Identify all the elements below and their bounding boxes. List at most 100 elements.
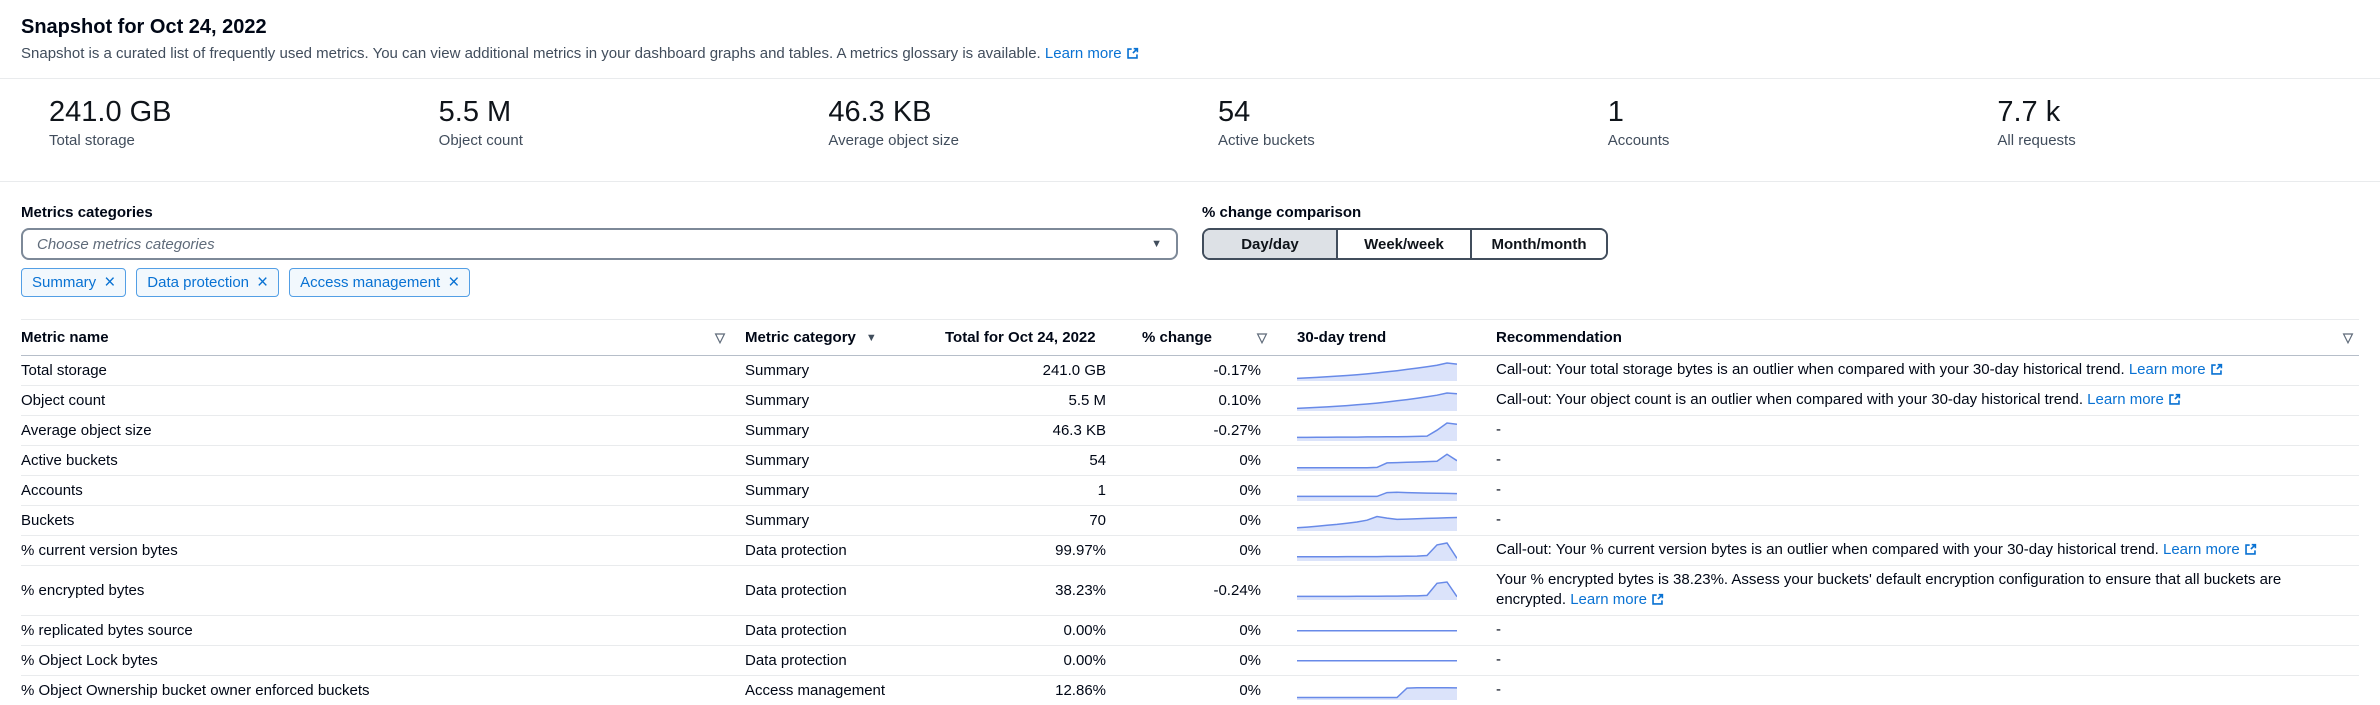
metrics-table: Metric name ▽ Metric category ▼ Total for Oc… bbox=[21, 319, 2359, 705]
filter-caret-icon[interactable]: ▼ bbox=[866, 332, 877, 344]
metric-change-cell: -0.27% bbox=[1142, 416, 1297, 446]
learn-more-label: Learn more bbox=[1045, 45, 1122, 62]
metric-change-cell: 0% bbox=[1142, 645, 1297, 675]
selected-category-tags: Summary×Data protection×Access managemen… bbox=[21, 268, 1178, 297]
page-header: Snapshot for Oct 24, 2022 Snapshot is a … bbox=[21, 14, 2359, 63]
metric-category-cell: Summary bbox=[745, 416, 945, 446]
chevron-down-icon: ▼ bbox=[1151, 238, 1162, 250]
trend-sparkline bbox=[1297, 481, 1496, 501]
remove-filter-tag-button[interactable]: × bbox=[440, 273, 467, 292]
column-header-content: 30-day trend bbox=[1297, 329, 1496, 346]
column-header-label: Recommendation bbox=[1496, 329, 1622, 346]
column-header-change[interactable]: % change ▽ bbox=[1142, 320, 1297, 356]
external-link-icon bbox=[1651, 591, 1664, 608]
sort-icon[interactable]: ▽ bbox=[2343, 330, 2353, 346]
recommendation-text: - bbox=[1496, 511, 1501, 528]
summary-metric-label: Active buckets bbox=[1218, 132, 1580, 150]
recommendation-cell: Call-out: Your object count is an outlie… bbox=[1496, 386, 2359, 416]
column-header-label: % change bbox=[1142, 329, 1212, 346]
metric-trend-cell bbox=[1297, 476, 1496, 506]
learn-more-link[interactable]: Learn more bbox=[2087, 391, 2181, 408]
sort-icon[interactable]: ▽ bbox=[1257, 330, 1267, 346]
remove-filter-tag-button[interactable]: × bbox=[249, 273, 276, 292]
summary-metric-active-buckets: 54Active buckets bbox=[1190, 94, 1580, 150]
column-header-label: Metric name bbox=[21, 329, 109, 346]
column-header-label: Metric category bbox=[745, 329, 856, 346]
column-header-content: Metric category ▼ bbox=[745, 329, 945, 346]
comparison-option-day-day[interactable]: Day/day bbox=[1204, 230, 1338, 258]
metric-change-cell: 0% bbox=[1142, 536, 1297, 566]
metric-change-cell: 0% bbox=[1142, 476, 1297, 506]
sort-icon[interactable]: ▽ bbox=[715, 330, 725, 346]
divider bbox=[0, 181, 2380, 182]
metric-trend-cell bbox=[1297, 615, 1496, 645]
summary-metric-label: Object count bbox=[439, 132, 801, 150]
metric-category-cell: Data protection bbox=[745, 645, 945, 675]
table-header-row: Metric name ▽ Metric category ▼ Total for Oc… bbox=[21, 320, 2359, 356]
table-row: AccountsSummary10%- bbox=[21, 476, 2359, 506]
metric-total-cell: 38.23% bbox=[945, 566, 1142, 616]
column-header-metric-name[interactable]: Metric name ▽ bbox=[21, 320, 745, 356]
table-row: Active bucketsSummary540%- bbox=[21, 446, 2359, 476]
recommendation-text: - bbox=[1496, 621, 1501, 638]
summary-metric-total-storage: 241.0 GBTotal storage bbox=[21, 94, 411, 150]
recommendation-cell: Call-out: Your total storage bytes is an… bbox=[1496, 356, 2359, 386]
trend-sparkline bbox=[1297, 680, 1496, 700]
learn-more-link[interactable]: Learn more bbox=[2129, 361, 2223, 378]
recommendation-cell: - bbox=[1496, 446, 2359, 476]
metric-trend-cell bbox=[1297, 675, 1496, 705]
recommendation-text: - bbox=[1496, 681, 1501, 698]
metric-total-cell: 241.0 GB bbox=[945, 356, 1142, 386]
comparison-option-week-week[interactable]: Week/week bbox=[1338, 230, 1472, 258]
metric-change-cell: 0% bbox=[1142, 506, 1297, 536]
column-header-content: Total for Oct 24, 2022 bbox=[945, 329, 1142, 346]
column-header-metric-category[interactable]: Metric category ▼ bbox=[745, 320, 945, 356]
table-header: Metric name ▽ Metric category ▼ Total for Oc… bbox=[21, 320, 2359, 356]
summary-metric-value: 5.5 M bbox=[439, 94, 801, 130]
metric-category-cell: Summary bbox=[745, 386, 945, 416]
metric-name-cell: Accounts bbox=[21, 476, 745, 506]
metric-change-cell: 0% bbox=[1142, 446, 1297, 476]
filter-tag-access-management: Access management× bbox=[289, 268, 470, 297]
filter-tag-label: Access management bbox=[300, 274, 440, 291]
metric-change-cell: -0.17% bbox=[1142, 356, 1297, 386]
learn-more-link[interactable]: Learn more bbox=[2163, 541, 2257, 558]
metric-total-cell: 0.00% bbox=[945, 645, 1142, 675]
learn-more-label: Learn more bbox=[2129, 361, 2206, 378]
remove-filter-tag-button[interactable]: × bbox=[96, 273, 123, 292]
metric-name-cell: Buckets bbox=[21, 506, 745, 536]
metric-total-cell: 0.00% bbox=[945, 615, 1142, 645]
metric-name-cell: % replicated bytes source bbox=[21, 615, 745, 645]
summary-metric-label: Average object size bbox=[828, 132, 1190, 150]
summary-metric-accounts: 1Accounts bbox=[1580, 94, 1970, 150]
metrics-categories-select[interactable]: Choose metrics categories ▼ bbox=[21, 228, 1178, 260]
metric-trend-cell bbox=[1297, 446, 1496, 476]
metric-name-cell: % encrypted bytes bbox=[21, 566, 745, 616]
summary-metric-value: 1 bbox=[1608, 94, 1970, 130]
select-placeholder: Choose metrics categories bbox=[37, 236, 215, 253]
recommendation-cell: Call-out: Your % current version bytes i… bbox=[1496, 536, 2359, 566]
metric-name-cell: Total storage bbox=[21, 356, 745, 386]
column-header-total-for-oct-24-2022[interactable]: Total for Oct 24, 2022 bbox=[945, 320, 1142, 356]
recommendation-text: Call-out: Your total storage bytes is an… bbox=[1496, 361, 2125, 378]
comparison-option-month-month[interactable]: Month/month bbox=[1472, 230, 1606, 258]
recommendation-cell: - bbox=[1496, 645, 2359, 675]
glossary-learn-more-link[interactable]: Learn more bbox=[1045, 45, 1139, 62]
change-comparison-field: % change comparison Day/dayWeek/weekMont… bbox=[1202, 204, 1608, 260]
table-row: Average object sizeSummary46.3 KB-0.27%- bbox=[21, 416, 2359, 446]
learn-more-label: Learn more bbox=[2087, 391, 2164, 408]
column-header-30-day-trend[interactable]: 30-day trend bbox=[1297, 320, 1496, 356]
metric-name-cell: Average object size bbox=[21, 416, 745, 446]
metric-trend-cell bbox=[1297, 536, 1496, 566]
summary-metric-average-object-size: 46.3 KBAverage object size bbox=[800, 94, 1190, 150]
recommendation-text: Call-out: Your % current version bytes i… bbox=[1496, 541, 2159, 558]
page-title: Snapshot for Oct 24, 2022 bbox=[21, 14, 2359, 40]
recommendation-text: - bbox=[1496, 451, 1501, 468]
learn-more-link[interactable]: Learn more bbox=[1570, 591, 1664, 608]
table-row: % encrypted bytesData protection38.23%-0… bbox=[21, 566, 2359, 616]
filter-tag-label: Data protection bbox=[147, 274, 249, 291]
metric-total-cell: 70 bbox=[945, 506, 1142, 536]
column-header-recommendation[interactable]: Recommendation ▽ bbox=[1496, 320, 2359, 356]
trend-sparkline bbox=[1297, 620, 1496, 640]
metric-change-cell: 0% bbox=[1142, 675, 1297, 705]
